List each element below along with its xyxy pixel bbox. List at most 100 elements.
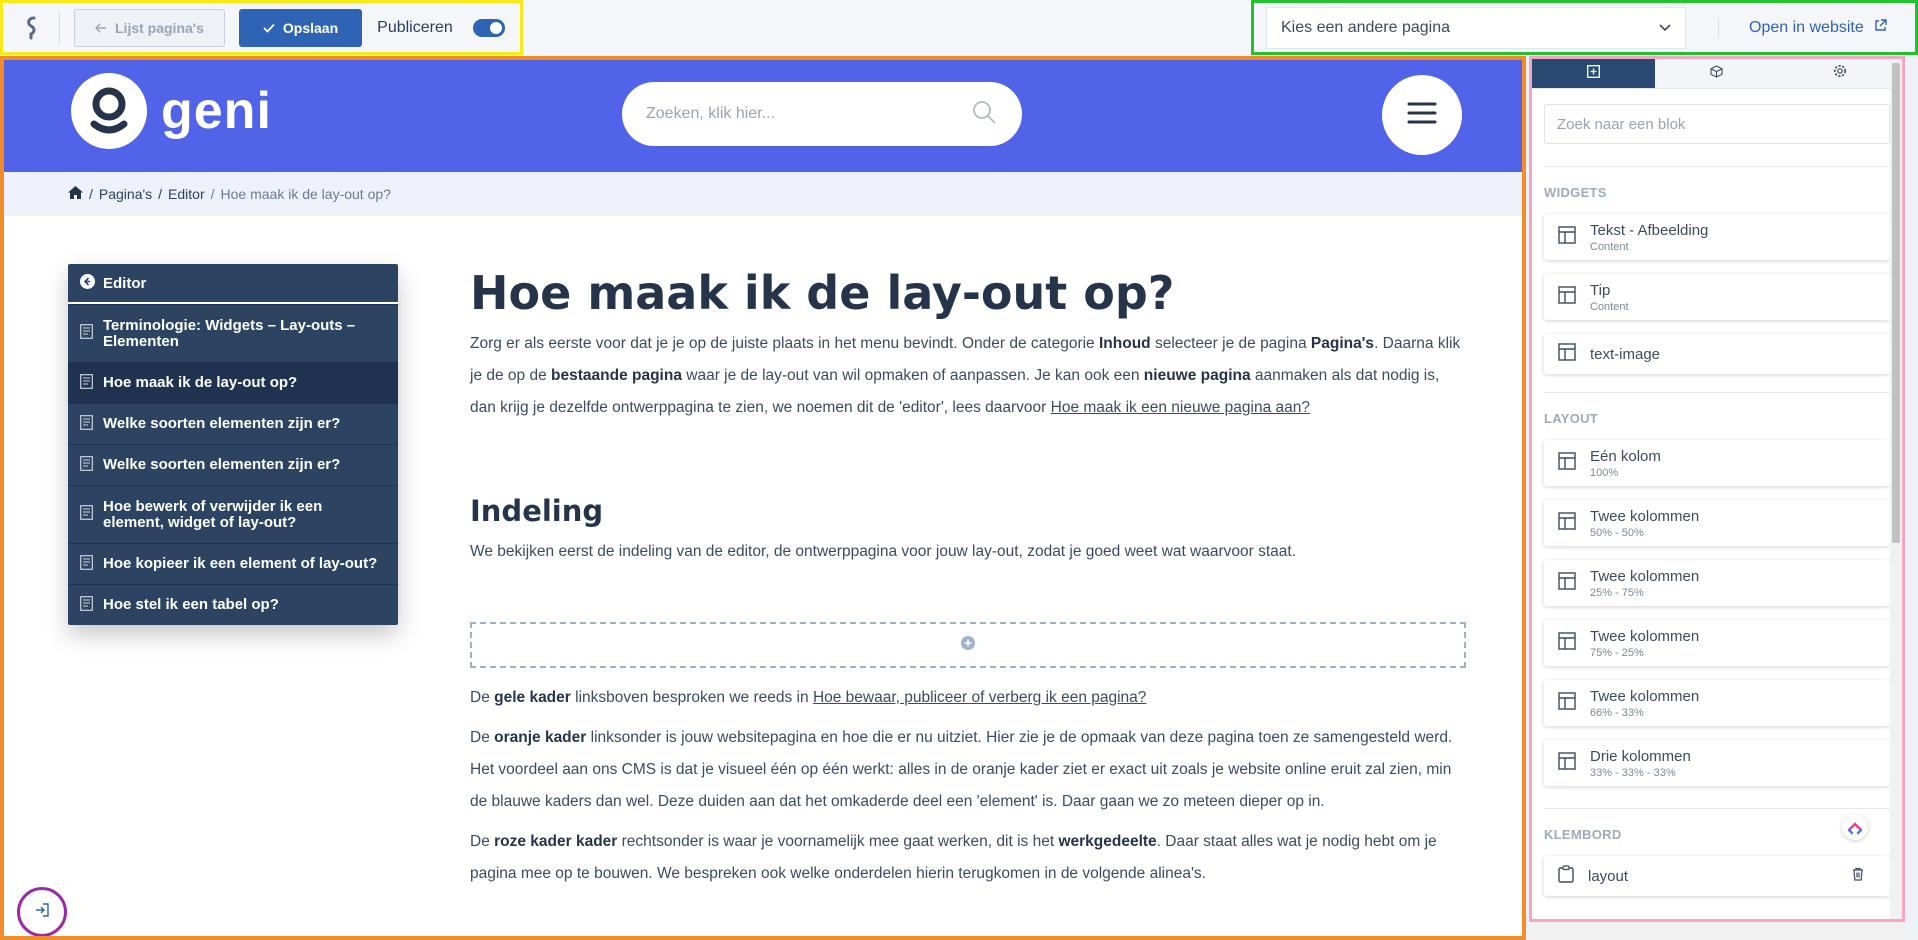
layout-block-text: Twee kolommen 25% - 75%: [1590, 568, 1699, 599]
open-in-website-link[interactable]: Open in website: [1749, 19, 1887, 37]
green-frame-page-nav: Kies een andere pagina Open in website: [1251, 0, 1918, 55]
side-menu-title[interactable]: Editor: [68, 264, 398, 304]
side-menu-item[interactable]: Welke soorten elementen zijn er?: [68, 403, 398, 444]
site-search-input[interactable]: Zoeken, klik hier...: [622, 82, 1022, 146]
layout-block[interactable]: Twee kolommen 75% - 25%: [1544, 620, 1890, 666]
document-icon: [80, 595, 93, 615]
tab-settings[interactable]: [1778, 59, 1902, 89]
home-icon[interactable]: [68, 186, 83, 202]
layout-block[interactable]: Twee kolommen 50% - 50%: [1544, 500, 1890, 546]
panel-scrollbar-thumb[interactable]: [1892, 63, 1900, 543]
site-logo[interactable]: geni: [71, 73, 272, 149]
block-search-input[interactable]: Zoek naar een blok: [1544, 104, 1890, 144]
app-logo-icon[interactable]: [21, 13, 43, 43]
breadcrumb-item-current: Hoe maak ik de lay-out op?: [220, 186, 391, 202]
site-logo-text: geni: [161, 82, 272, 140]
chevron-down-icon: [1659, 19, 1671, 37]
tab-elements[interactable]: [1655, 59, 1779, 89]
layout-block-text: Eén kolom 100%: [1590, 448, 1661, 479]
arrow-left-icon: [95, 20, 107, 36]
exit-editor-button[interactable]: [17, 887, 67, 936]
bold-text: gele kader: [494, 689, 571, 706]
pink-frame-block-panel: Zoek naar een blok WIDGETS Tekst - Afbee…: [1529, 56, 1905, 922]
layout-subtitle: 66% - 33%: [1590, 706, 1644, 719]
layout-icon: [1558, 342, 1576, 366]
layout-block[interactable]: Eén kolom 100%: [1544, 440, 1890, 486]
layout-section-title: LAYOUT: [1544, 411, 1599, 426]
clipboard-section-title: KLEMBORD: [1544, 827, 1622, 842]
layout-subtitle: 33% - 33% - 33%: [1590, 766, 1676, 779]
breadcrumb-item-pages[interactable]: Pagina's: [99, 186, 152, 202]
section-heading: Indeling: [470, 494, 604, 528]
side-menu-item-label: Hoe bewerk of verwijder ik een element, …: [103, 497, 323, 531]
panel-divider: [1544, 166, 1890, 167]
side-menu-item[interactable]: Terminologie: Widgets – Lay-outs – Eleme…: [68, 304, 398, 362]
publish-toggle[interactable]: [472, 18, 505, 37]
side-menu-item-label: Hoe maak ik de lay-out op?: [103, 374, 298, 391]
side-menu-item[interactable]: Hoe bewerk of verwijder ik een element, …: [68, 485, 398, 543]
list-pages-button[interactable]: Lijst pagina's: [74, 8, 225, 47]
layout-title: Twee kolommen: [1590, 687, 1700, 705]
side-menu-item-label: Terminologie: Widgets – Lay-outs – Eleme…: [103, 316, 356, 350]
layout-block[interactable]: Twee kolommen 66% - 33%: [1544, 680, 1890, 726]
panel-scrollbar[interactable]: [1890, 59, 1902, 919]
clickup-icon[interactable]: [1842, 814, 1868, 840]
side-menu-item[interactable]: Hoe kopieer ik een element of lay-out?: [68, 543, 398, 584]
layout-icon: [1558, 225, 1576, 249]
cube-icon: [1710, 64, 1724, 83]
layout-block-text: Twee kolommen 66% - 33%: [1590, 688, 1699, 719]
arrow-circle-left-icon: [80, 273, 95, 293]
breadcrumb-separator: /: [158, 186, 163, 202]
side-menu-title-label: Editor: [103, 274, 147, 292]
widget-subtitle: Content: [1590, 300, 1629, 313]
layout-block[interactable]: Twee kolommen 25% - 75%: [1544, 560, 1890, 606]
side-menu-item[interactable]: Welke soorten elementen zijn er?: [68, 444, 398, 485]
gear-icon: [1833, 64, 1847, 83]
page-content: Hoe maak ik de lay-out op? Zorg er als e…: [470, 260, 1466, 890]
save-publish-link[interactable]: Hoe bewaar, publiceer of verberg ik een …: [813, 689, 1146, 706]
page-select[interactable]: Kies een andere pagina: [1266, 6, 1686, 49]
tab-add-block[interactable]: [1532, 59, 1656, 89]
widget-title: Tekst - Afbeelding: [1590, 221, 1709, 239]
document-icon: [80, 373, 93, 393]
widget-block[interactable]: text-image: [1544, 334, 1890, 374]
hamburger-icon: [1407, 102, 1437, 129]
search-icon: [972, 100, 996, 129]
side-menu-item-label: Welke soorten elementen zijn er?: [103, 415, 341, 432]
panel-tabs: [1532, 59, 1902, 89]
side-menu-item[interactable]: Hoe stel ik een tabel op?: [68, 584, 398, 625]
widget-block[interactable]: Tekst - Afbeelding Content: [1544, 214, 1890, 260]
page-title: Hoe maak ik de lay-out op?: [470, 266, 1175, 320]
layout-block-text: Twee kolommen 75% - 25%: [1590, 628, 1699, 659]
trash-icon[interactable]: [1852, 867, 1864, 886]
text-run: waar je de lay-out van wil opmaken of aa…: [681, 367, 1144, 384]
layout-subtitle: 25% - 75%: [1590, 586, 1644, 599]
add-element-dropzone[interactable]: [470, 622, 1466, 668]
orange-frame-paragraph: De oranje kader linksonder is jouw websi…: [470, 722, 1466, 818]
breadcrumb: / Pagina's / Editor / Hoe maak ik de lay…: [4, 172, 1522, 216]
layout-block[interactable]: Drie kolommen 33% - 33% - 33%: [1544, 740, 1890, 786]
external-link-icon: [1874, 18, 1887, 37]
side-menu-item-active[interactable]: Hoe maak ik de lay-out op?: [68, 362, 398, 403]
clipboard-block[interactable]: layout: [1544, 856, 1890, 896]
publish-label: Publiceren: [377, 18, 453, 36]
document-icon: [80, 505, 93, 524]
hamburger-menu-button[interactable]: [1382, 75, 1462, 155]
breadcrumb-item-editor[interactable]: Editor: [168, 186, 205, 202]
intro-paragraph: Zorg er als eerste voor dat je je op de …: [470, 328, 1466, 424]
save-button[interactable]: Opslaan: [238, 8, 363, 47]
bold-text: Inhoud: [1098, 335, 1151, 352]
layout-subtitle: 75% - 25%: [1590, 646, 1644, 659]
new-page-link[interactable]: Hoe maak ik een nieuwe pagina aan?: [1051, 399, 1310, 416]
text-run: Zorg er als eerste voor dat je je op de …: [470, 335, 1099, 352]
layout-icon: [1558, 511, 1576, 535]
layout-subtitle: 50% - 50%: [1590, 526, 1644, 539]
layout-title: Drie kolommen: [1590, 747, 1691, 765]
layout-title: Twee kolommen: [1590, 627, 1700, 645]
horizontal-scrollbar[interactable]: [1529, 922, 1905, 940]
layout-subtitle: 100%: [1590, 466, 1619, 479]
widget-subtitle: Content: [1590, 240, 1629, 253]
clipboard-icon: [1558, 864, 1574, 888]
widget-block[interactable]: Tip Content: [1544, 274, 1890, 320]
text-run: De: [470, 689, 495, 706]
